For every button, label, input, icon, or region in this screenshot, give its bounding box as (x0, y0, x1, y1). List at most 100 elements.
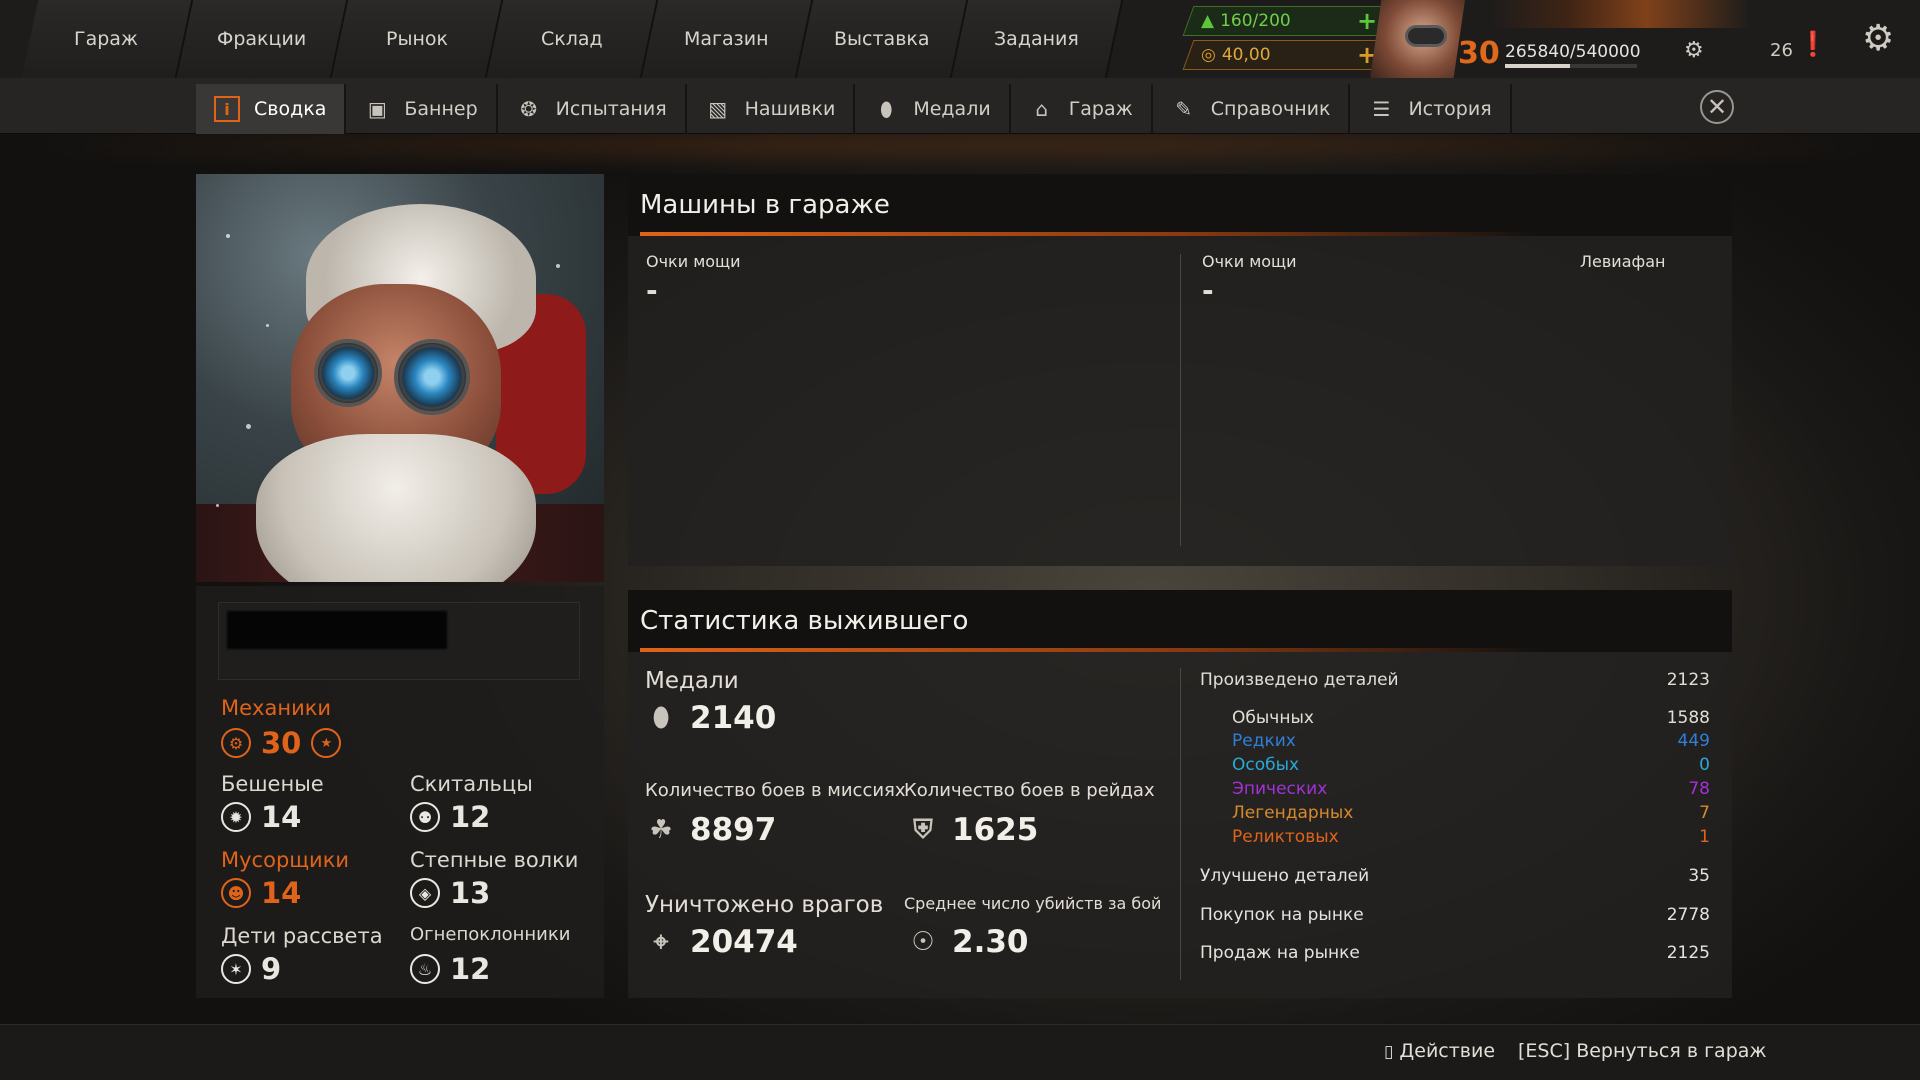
nav-factions[interactable]: Фракции (176, 0, 349, 78)
snowflake (216, 504, 219, 507)
notification-count: 26 (1770, 40, 1793, 61)
tab-summary[interactable]: i Сводка (196, 84, 347, 134)
part-stat-row: Реликтовых 1 (1232, 827, 1710, 847)
vehicle-name: Левиафан (1580, 252, 1666, 271)
part-stat-value: 1588 (1666, 708, 1710, 728)
snowflake (266, 324, 269, 327)
mission-battles-label: Количество боев в миссиях (645, 780, 906, 801)
rank-icon: ★ (311, 728, 342, 758)
scavengers-icon: ☻ (221, 878, 251, 908)
other-stat-label: Продаж на рынке (1200, 943, 1360, 963)
part-stat-row: Особых 0 (1232, 755, 1710, 775)
faction-steppenwolfs-value: ◈ 13 (410, 876, 490, 910)
nomads-icon: ⚉ (410, 802, 440, 832)
mouse-icon: ▯ (1384, 1042, 1394, 1062)
medal-icon: ⬮ (652, 702, 670, 733)
tab-challenges[interactable]: ❂ Испытания (498, 84, 687, 134)
other-stat-row: Продаж на рынке 2125 (1200, 943, 1710, 963)
avg-kills-value: ☉ 2.30 (911, 924, 1029, 960)
tab-history[interactable]: ☰ История (1350, 84, 1512, 134)
faction-lunatics-value: ✹ 14 (221, 800, 301, 834)
tab-garage[interactable]: ⌂ Гараж (1011, 84, 1153, 134)
kills-label: Уничтожено врагов (645, 892, 884, 918)
medals-value: ⬮ 2140 (648, 700, 776, 736)
other-stat-value: 2778 (1666, 905, 1710, 925)
nav-quests[interactable]: Задания (951, 0, 1124, 78)
other-stat-label: Улучшено деталей (1200, 866, 1370, 886)
profile-tabs: i Сводка ▣ Баннер ❂ Испытания ▧ Нашивки ⬮ Мед… (196, 84, 1512, 134)
redacted-name (227, 611, 447, 649)
part-stat-label: Реликтовых (1232, 827, 1339, 847)
banner-icon: ▣ (367, 97, 387, 121)
coins-counter: ◎ 40,00 + (1182, 40, 1389, 70)
faction-nomads-value: ⚉ 12 (410, 800, 490, 834)
tab-patches[interactable]: ▧ Нашивки (687, 84, 856, 134)
player-level: 30 (1458, 36, 1500, 71)
part-stat-value: 78 (1688, 779, 1710, 799)
faction-scavengers-label: Мусорщики (221, 848, 350, 872)
kills-value: ⌖ 20474 (648, 924, 798, 960)
part-stat-value: 1 (1699, 827, 1710, 847)
player-name-field (218, 602, 580, 680)
crew-icon[interactable]: ⚙ (1684, 38, 1704, 63)
crosshair-icon: ⌖ (653, 926, 669, 957)
xp-progress-bar (1505, 64, 1637, 68)
action-hint[interactable]: ▯ Действие (1384, 1040, 1495, 1062)
power-label-left: Очки мощи (646, 252, 741, 271)
nav-exhibition[interactable]: Выставка (796, 0, 969, 78)
part-stat-label: Редких (1232, 731, 1296, 751)
faction-mechanics-value: ⚙ 30 ★ (221, 726, 342, 760)
close-icon[interactable]: ✕ (1700, 90, 1734, 124)
fuel-icon: ▲ (1201, 11, 1215, 31)
power-label-right: Очки мощи (1202, 252, 1297, 271)
garage-title: Машины в гараже (628, 174, 1732, 236)
faction-steppenwolfs-label: Степные волки (410, 848, 579, 872)
avg-kills-icon: ☉ (911, 927, 935, 957)
tab-handbook[interactable]: ✎ Справочник (1153, 84, 1351, 134)
power-value-left: - (646, 274, 658, 307)
xp-progress-fill (1505, 64, 1570, 68)
faction-mechanics-label: Механики (221, 696, 332, 720)
nav-shop[interactable]: Магазин (641, 0, 814, 78)
faction-dawns-children-label: Дети рассвета (221, 924, 383, 948)
faction-nomads-label: Скитальцы (410, 772, 533, 796)
part-stat-row: Обычных 1588 (1232, 708, 1710, 728)
raid-battles-value: ⛨ 1625 (910, 812, 1038, 848)
faction-lunatics-label: Бешеные (221, 772, 324, 796)
tab-banner[interactable]: ▣ Баннер (346, 84, 498, 134)
player-avatar[interactable] (1370, 0, 1465, 78)
patch-icon: ▧ (708, 97, 728, 121)
garage-divider (1180, 254, 1181, 546)
coin-icon: ◎ (1201, 45, 1216, 65)
mission-icon: ☘ (649, 815, 673, 845)
snowflake (246, 424, 251, 429)
faction-firestarters-value: ♨ 12 (410, 952, 490, 986)
tab-medals[interactable]: ⬮ Медали (855, 84, 1011, 134)
medal-icon: ⬮ (880, 97, 893, 121)
main-nav: Гараж Фракции Рынок Склад Магазин Выстав… (21, 0, 1124, 78)
faction-dawns-children-value: ✶ 9 (221, 952, 281, 986)
part-stat-value: 2123 (1666, 670, 1710, 690)
back-to-garage-button[interactable]: [ESC] Вернуться в гараж (1518, 1040, 1767, 1062)
settings-icon[interactable]: ⚙ (1862, 18, 1894, 59)
dawns-children-icon: ✶ (221, 954, 251, 984)
part-stat-row: Редких 449 (1232, 731, 1710, 751)
stats-title: Статистика выжившего (628, 590, 1732, 652)
stats-divider (1180, 668, 1181, 980)
nav-garage[interactable]: Гараж (21, 0, 194, 78)
challenge-icon: ❂ (520, 97, 538, 121)
nav-market[interactable]: Рынок (331, 0, 504, 78)
part-stat-label: Эпических (1232, 779, 1328, 799)
part-stat-label: Особых (1232, 755, 1300, 775)
portrait-goggle-left (314, 339, 382, 407)
notification-icon[interactable]: ❗ (1798, 30, 1828, 58)
fuel-value: 160/200 (1220, 11, 1291, 31)
part-stat-value: 0 (1699, 755, 1710, 775)
handbook-icon: ✎ (1175, 97, 1193, 121)
mission-battles-value: ☘ 8897 (649, 812, 777, 848)
coins-value: 40,00 (1221, 45, 1271, 65)
part-stat-value: 7 (1699, 803, 1710, 823)
raid-battles-label: Количество боев в рейдах (904, 780, 1155, 801)
part-stat-row: Легендарных 7 (1232, 803, 1710, 823)
nav-storage[interactable]: Склад (486, 0, 659, 78)
